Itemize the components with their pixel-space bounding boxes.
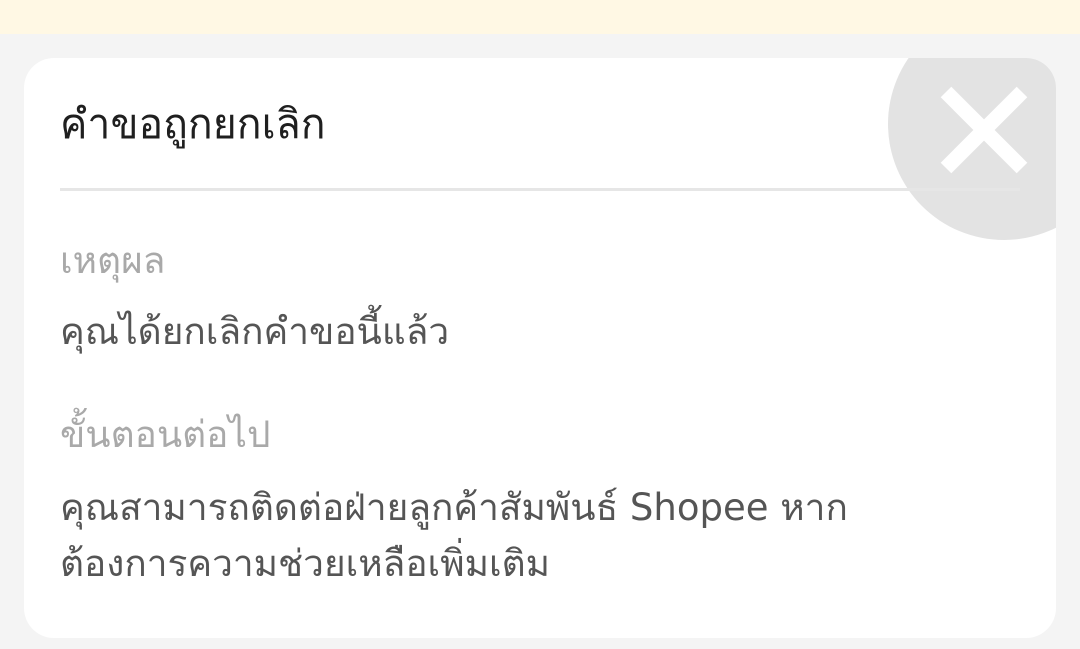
dialog-title: คำขอถูกยกเลิก	[60, 100, 326, 148]
reason-text: คุณได้ยกเลิกคำขอนี้แล้ว	[60, 310, 450, 353]
title-divider	[60, 188, 1020, 191]
next-steps-text-line-1: คุณสามารถติดต่อฝ่ายลูกค้าสัมพันธ์ Shopee…	[60, 486, 848, 529]
next-steps-label: ขั้นตอนต่อไป	[60, 413, 271, 456]
next-steps-text-line-2: ต้องการความช่วยเหลือเพิ่มเติม	[60, 542, 551, 585]
close-icon[interactable]	[936, 82, 1032, 178]
next-steps-text: คุณสามารถติดต่อฝ่ายลูกค้าสัมพันธ์ Shopee…	[60, 480, 960, 592]
reason-label: เหตุผล	[60, 239, 166, 282]
top-notice-banner	[0, 0, 1080, 34]
request-status-card: คำขอถูกยกเลิก เหตุผล คุณได้ยกเลิกคำขอนี้…	[24, 58, 1056, 638]
